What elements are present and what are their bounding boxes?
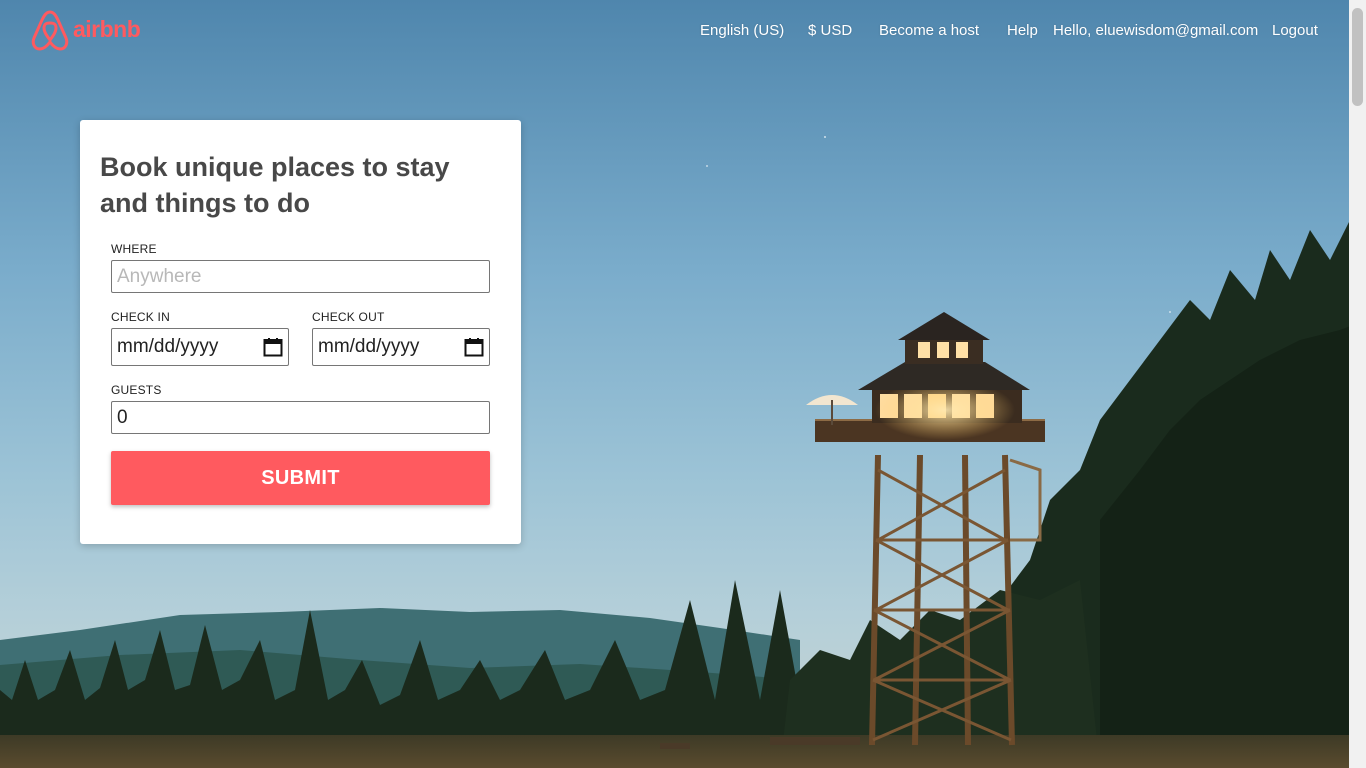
logout-link[interactable]: Logout (1272, 22, 1318, 39)
where-placeholder: Anywhere (117, 265, 202, 287)
top-navigation: English (US) $ USD Become a host Help He… (0, 22, 1366, 46)
check-out-value: mm/dd/yyyy (318, 336, 420, 357)
guests-label: GUESTS (111, 383, 162, 397)
booking-title: Book unique places to stay and things to… (100, 152, 450, 218)
vertical-scrollbar[interactable] (1349, 0, 1366, 768)
check-in-value: mm/dd/yyyy (117, 336, 219, 357)
calendar-icon[interactable] (464, 337, 484, 357)
scrollbar-thumb[interactable] (1352, 8, 1363, 106)
submit-label: SUBMIT (261, 466, 340, 489)
check-out-date-input[interactable]: mm/dd/yyyy (312, 328, 490, 366)
guests-value: 0 (117, 406, 128, 428)
check-in-label: CHECK IN (111, 310, 170, 324)
submit-button[interactable]: SUBMIT (111, 451, 490, 505)
check-in-date-input[interactable]: mm/dd/yyyy (111, 328, 289, 366)
check-out-label: CHECK OUT (312, 310, 385, 324)
where-label: WHERE (111, 242, 157, 256)
guests-input[interactable]: 0 (111, 401, 490, 434)
currency-selector[interactable]: $ USD (808, 22, 852, 39)
booking-card: Book unique places to stay and things to… (80, 120, 521, 544)
help-link[interactable]: Help (1007, 22, 1038, 39)
user-greeting[interactable]: Hello, eluewisdom@gmail.com (1053, 22, 1258, 39)
calendar-icon[interactable] (263, 337, 283, 357)
where-input[interactable]: Anywhere (111, 260, 490, 293)
language-selector[interactable]: English (US) (700, 22, 784, 39)
become-host-link[interactable]: Become a host (879, 22, 979, 39)
